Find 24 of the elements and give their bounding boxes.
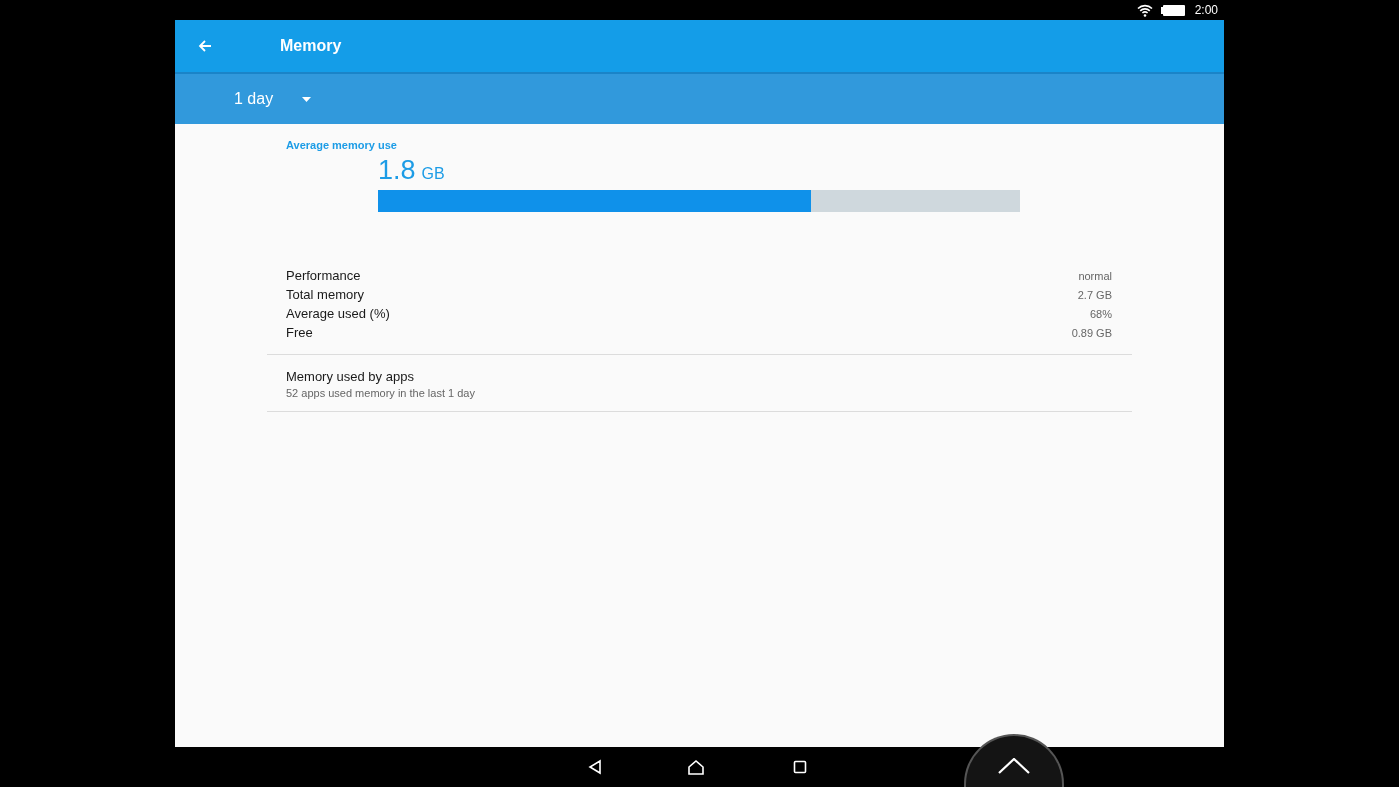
item-subtitle: 52 apps used memory in the last 1 day	[286, 387, 476, 399]
stat-label: Performance	[286, 268, 361, 283]
stat-value: 0.89 GB	[1071, 326, 1112, 339]
stat-value: 2.7 GB	[1077, 288, 1112, 301]
wifi-icon	[1136, 3, 1153, 17]
average-label: Average memory use	[286, 139, 398, 151]
recents-icon[interactable]	[793, 760, 807, 774]
battery-icon	[1160, 4, 1185, 16]
status-time: 2:00	[1194, 3, 1218, 17]
stat-label: Average used (%)	[286, 306, 390, 321]
back-arrow-icon[interactable]	[197, 38, 213, 54]
apps-list-item[interactable]: Memory used by apps 52 apps used memory in the last 1 day	[267, 355, 1132, 412]
stat-label: Free	[286, 325, 313, 340]
back-icon[interactable]	[587, 759, 603, 775]
chevron-up-icon	[998, 758, 1030, 774]
unit-label: GB	[421, 165, 445, 183]
item-title: Memory used by apps	[286, 369, 415, 384]
average-value: 1.8	[378, 155, 416, 186]
screen-title: Memory	[280, 37, 342, 55]
caret-icon	[302, 96, 312, 102]
home-icon[interactable]	[687, 759, 705, 775]
stat-value: normal	[1078, 269, 1112, 282]
stat-value: 68%	[1089, 307, 1112, 320]
stat-label: Total memory	[286, 287, 365, 302]
